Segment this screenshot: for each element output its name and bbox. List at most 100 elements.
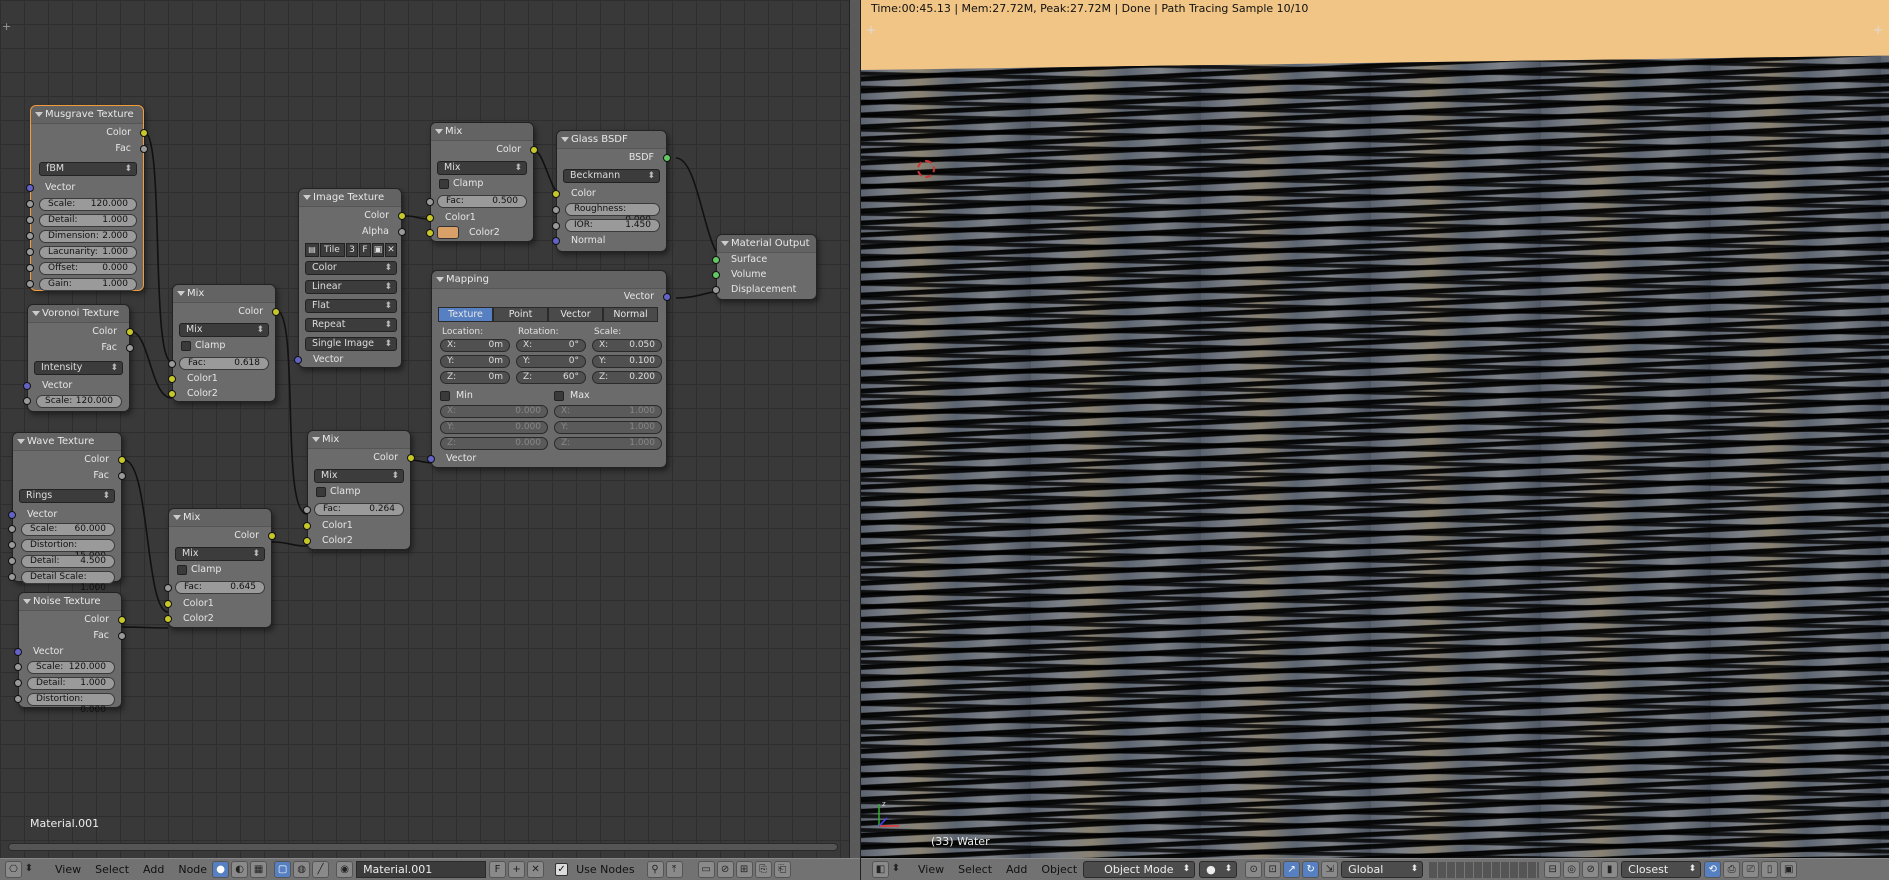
input-scale-socket[interactable] xyxy=(23,397,31,405)
musgrave-field-1[interactable]: Detail: 1.000 xyxy=(39,214,137,227)
musgrave-type-select[interactable]: fBM xyxy=(39,162,137,176)
use-nodes-checkbox[interactable]: ✓ xyxy=(555,863,569,876)
fac-field[interactable]: Fac: 0.645 xyxy=(175,581,265,594)
output-fac-socket[interactable] xyxy=(118,472,126,480)
wave-field-1[interactable]: Distortion:15.000 xyxy=(21,539,115,561)
quad-view-icon[interactable]: ▯ xyxy=(1761,861,1779,878)
blend-type-select[interactable]: Mix xyxy=(175,547,265,561)
snap-element-icon[interactable]: ▮ xyxy=(1601,861,1619,878)
scale-icon[interactable]: ⇲ xyxy=(1321,861,1339,878)
noise-field-1[interactable]: Detail: 1.000 xyxy=(27,677,115,690)
fac-field[interactable]: Fac: 0.264 xyxy=(314,503,404,516)
input-vector-socket[interactable] xyxy=(8,511,16,519)
menu-add[interactable]: Add xyxy=(139,861,168,878)
material-output-node[interactable]: Material Output Surface Volume Displacem… xyxy=(712,234,817,300)
input-color2-socket[interactable] xyxy=(168,390,176,398)
rotation-field-2[interactable]: Z: 60° xyxy=(516,371,586,384)
musgrave-field-socket-3[interactable] xyxy=(26,248,34,256)
snap-icon[interactable]: ⊘ xyxy=(1582,861,1600,878)
linestyle-shader-icon[interactable]: ╱ xyxy=(312,861,330,878)
rotate-icon[interactable]: ↻ xyxy=(1302,861,1320,878)
output-fac-socket[interactable] xyxy=(140,145,148,153)
material-name-field[interactable]: Material.001 xyxy=(356,861,487,878)
input-ior-socket[interactable] xyxy=(552,222,560,230)
input-normal-socket[interactable] xyxy=(552,237,560,245)
wave-field-socket-2[interactable] xyxy=(8,557,16,565)
projection-select[interactable]: Flat xyxy=(305,299,397,313)
mapping-tab-vector[interactable]: Vector xyxy=(548,307,603,322)
scale-field[interactable]: Scale: 120.000 xyxy=(36,395,122,408)
input-color-socket[interactable] xyxy=(552,190,560,198)
mapping-tab-normal[interactable]: Normal xyxy=(603,307,658,322)
input-volume-socket[interactable] xyxy=(712,271,720,279)
min-checkbox[interactable] xyxy=(440,391,450,401)
orientation-select[interactable]: Global xyxy=(1341,861,1424,878)
backdrop-icon[interactable]: ▭ xyxy=(697,861,715,878)
expand-plus-icon[interactable]: + xyxy=(866,24,878,36)
musgrave-field-socket-1[interactable] xyxy=(26,216,34,224)
output-fac-socket[interactable] xyxy=(126,344,134,352)
menu-node[interactable]: Node xyxy=(174,861,211,878)
musgrave-field-2[interactable]: Dimension: 2.000 xyxy=(39,230,137,243)
image-texture-node[interactable]: Image Texture Color Alpha ▤ Tile 3 F ▣ ✕… xyxy=(294,188,406,368)
input-surface-socket[interactable] xyxy=(712,256,720,264)
output-bsdf-socket[interactable] xyxy=(663,154,671,162)
input-vector-socket[interactable] xyxy=(427,455,435,463)
rotation-field-1[interactable]: Y: 0° xyxy=(516,355,586,368)
input-displacement-socket[interactable] xyxy=(712,286,720,294)
output-fac-socket[interactable] xyxy=(118,632,126,640)
area-splitter[interactable] xyxy=(849,0,861,880)
input-vector-socket[interactable] xyxy=(23,382,31,390)
musgrave-field-4[interactable]: Offset: 0.000 xyxy=(39,262,137,275)
object-shader-icon[interactable]: ▢ xyxy=(274,861,292,878)
wave-field-3[interactable]: Detail Scale: 1.000 xyxy=(21,571,115,593)
menu-view[interactable]: View xyxy=(914,861,948,878)
horizontal-scrollbar[interactable] xyxy=(8,843,838,851)
input-vector-socket[interactable] xyxy=(26,184,34,192)
editor-type-icon[interactable]: ◧ xyxy=(872,861,889,878)
source-select[interactable]: Single Image xyxy=(305,337,397,351)
menu-select[interactable]: Select xyxy=(954,861,996,878)
mapping-tab-texture[interactable]: Texture xyxy=(438,307,493,322)
output-vector-socket[interactable] xyxy=(663,293,671,301)
texture-nodes-icon[interactable]: ▦ xyxy=(250,861,268,878)
expand-plus-icon[interactable]: + xyxy=(1873,24,1885,36)
open-image-icon[interactable]: ▣ xyxy=(372,243,384,257)
blend-type-select[interactable]: Mix xyxy=(179,323,269,337)
musgrave-field-3[interactable]: Lacunarity: 1.000 xyxy=(39,246,137,259)
wave-field-socket-3[interactable] xyxy=(8,573,16,581)
min-field-2[interactable]: Z: 0.000 xyxy=(440,437,548,450)
node-editor[interactable]: + Musgrave Texture Color Fac fBM Vector … xyxy=(0,0,860,880)
output-color-socket[interactable] xyxy=(407,454,415,462)
color2-swatch[interactable] xyxy=(437,226,459,239)
input-color1-socket[interactable] xyxy=(426,214,434,222)
clamp-checkbox[interactable] xyxy=(177,565,187,575)
menu-add[interactable]: Add xyxy=(1002,861,1031,878)
compositing-nodes-icon[interactable]: ◐ xyxy=(231,861,249,878)
min-field-1[interactable]: Y: 0.000 xyxy=(440,421,548,434)
input-color1-socket[interactable] xyxy=(168,375,176,383)
musgrave-field-socket-0[interactable] xyxy=(26,200,34,208)
snap-target-select[interactable]: Closest xyxy=(1621,861,1702,878)
location-field-1[interactable]: Y: 0m xyxy=(440,355,510,368)
noise-field-0[interactable]: Scale: 120.000 xyxy=(27,661,115,674)
menu-view[interactable]: View xyxy=(51,861,85,878)
mix-node-1[interactable]: Mix Color Mix Clamp Fac:0.618 Color1 Col… xyxy=(168,284,280,402)
image-users-count[interactable]: 3 xyxy=(346,243,358,257)
image-name-field[interactable]: Tile xyxy=(320,243,345,257)
blend-type-select[interactable]: Mix xyxy=(437,161,527,175)
image-browse-icon[interactable]: ▤ xyxy=(305,243,319,257)
input-color2-socket[interactable] xyxy=(164,615,172,623)
input-fac-socket[interactable] xyxy=(168,360,176,368)
voronoi-coloring-select[interactable]: Intensity xyxy=(34,361,123,375)
ior-field[interactable]: IOR: 1.450 xyxy=(565,219,660,232)
shading-select[interactable]: ● xyxy=(1199,861,1238,878)
shader-nodes-icon[interactable]: ● xyxy=(212,861,230,878)
clamp-checkbox[interactable] xyxy=(181,341,191,351)
mode-select[interactable]: Object Mode xyxy=(1083,861,1196,878)
rotation-field-0[interactable]: X: 0° xyxy=(516,339,586,352)
render-preview-icon[interactable]: ⎙ xyxy=(1723,861,1741,878)
scale-field-1[interactable]: Y: 0.100 xyxy=(592,355,662,368)
input-color2-socket[interactable] xyxy=(426,229,434,237)
output-color-socket[interactable] xyxy=(140,129,148,137)
